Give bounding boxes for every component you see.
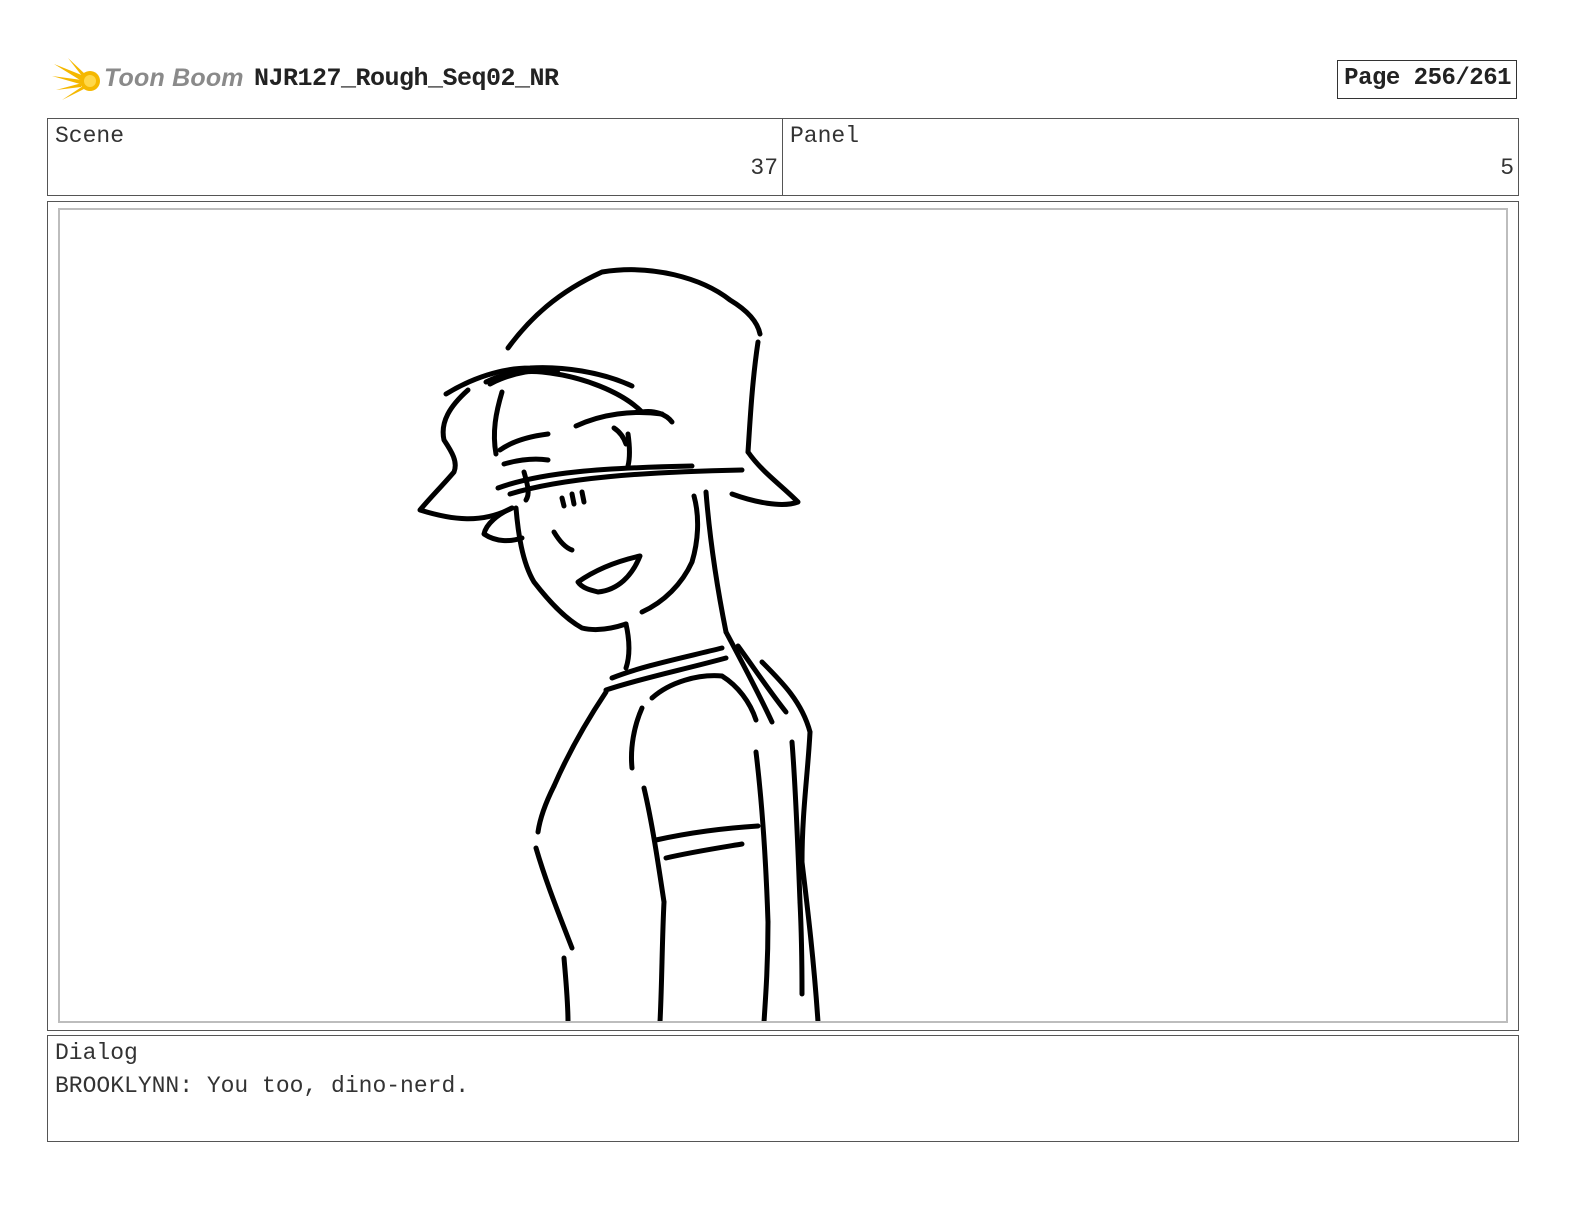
panel-label: Panel <box>790 123 860 149</box>
character-sketch <box>417 267 821 1021</box>
panel-drawing <box>58 208 1508 1023</box>
scene-number: 37 <box>750 155 778 181</box>
panel-cell: Panel 5 <box>783 119 1518 195</box>
logo-wordmark: Toon Boom <box>104 64 244 92</box>
dialog-text: BROOKLYNN: You too, dino-nerd. <box>55 1073 470 1099</box>
dialog-label: Dialog <box>55 1040 138 1066</box>
dialog-box: Dialog BROOKLYNN: You too, dino-nerd. <box>47 1035 1519 1142</box>
toon-boom-logo: Toon Boom <box>50 56 244 106</box>
page-indicator: Page 256/261 <box>1337 60 1517 99</box>
scene-panel-row: Scene 37 Panel 5 <box>47 118 1519 196</box>
scene-label: Scene <box>55 123 125 149</box>
page-number: Page 256/261 <box>1344 65 1511 92</box>
project-title: NJR127_Rough_Seq02_NR <box>254 64 559 93</box>
starburst-icon <box>52 58 100 100</box>
panel-number: 5 <box>1500 155 1514 181</box>
scene-cell: Scene 37 <box>48 119 783 195</box>
